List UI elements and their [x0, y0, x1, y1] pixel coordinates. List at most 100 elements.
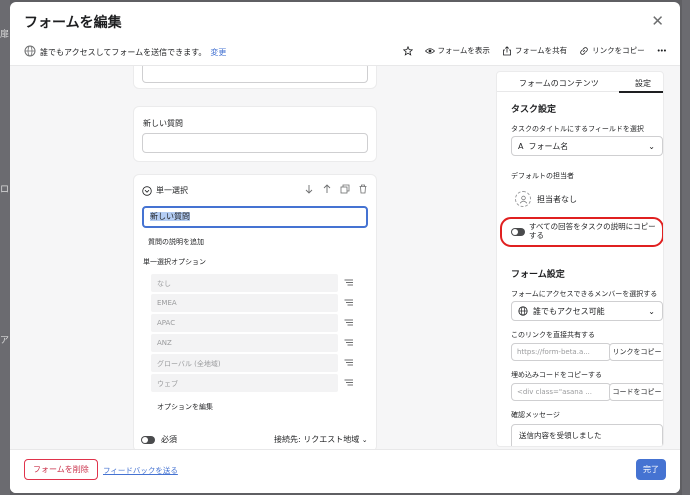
option-connect-icon[interactable]	[344, 319, 354, 327]
default-assignee-label: デフォルトの担当者	[511, 172, 574, 180]
active-tab-indicator	[619, 91, 663, 93]
required-label: 必須	[161, 435, 177, 444]
option-connect-icon[interactable]	[344, 279, 354, 287]
option-connect-icon[interactable]	[344, 379, 354, 387]
delete-form-button[interactable]: フォームを削除	[24, 459, 98, 480]
form-toolbar: フォームを表示 フォームを共有 リンクをコピー •••	[402, 45, 667, 56]
access-member-label: フォームにアクセスできるメンバーを選択する	[511, 290, 658, 298]
background-glyph: 扉	[0, 30, 10, 40]
edit-options-link[interactable]: オプションを編集	[157, 402, 213, 412]
copy-answers-toggle[interactable]	[511, 228, 525, 236]
option-row[interactable]: なし	[151, 274, 338, 292]
default-assignee-value: 担当者なし	[537, 194, 577, 204]
option-row[interactable]: ANZ	[151, 334, 338, 352]
connect-label: 接続先: リクエスト地域	[274, 435, 360, 444]
confirm-message-input[interactable]: 送信内容を受領しました	[511, 424, 663, 446]
access-member-value: 誰でもアクセス可能	[533, 306, 605, 316]
access-member-select[interactable]: 誰でもアクセス可能 ⌄	[511, 301, 663, 321]
copy-answers-label: すべての回答をタスクの説明にコピーする	[529, 222, 656, 240]
embed-code-label: 埋め込みコードをコピーする	[511, 371, 602, 379]
share-link-label: このリンクを直接共有する	[511, 331, 595, 339]
share-link-input[interactable]: https://form-beta.a...	[511, 343, 611, 361]
modal-title: フォームを編集	[24, 15, 122, 31]
link-icon	[580, 46, 588, 55]
question-title-input[interactable]: 新しい質問	[142, 206, 368, 228]
form-settings-heading: フォーム設定	[511, 270, 565, 280]
share-form-button[interactable]: フォームを共有	[502, 45, 567, 56]
settings-pane: フォームのコンテンツ 設定 タスク設定 タスクのタイトルにするフィールドを選択 …	[496, 66, 680, 449]
background-right	[682, 0, 690, 495]
form-editor[interactable]: 新しい質問 単一選択 新しい質問 質問の説明を追加 単一選択オプション なし E…	[10, 66, 496, 449]
access-bar: 誰でもアクセスしてフォームを送信できます。変更 フォームを表示 フォームを共有	[10, 40, 680, 66]
avatar	[515, 191, 531, 207]
copy-link-button[interactable]: リンクをコピー	[579, 45, 645, 56]
background-glyph: ア	[0, 336, 10, 346]
view-form-label: フォームを表示	[437, 46, 490, 55]
option-row[interactable]: グローバル (全地域)	[151, 354, 338, 372]
trash-icon[interactable]	[358, 184, 368, 194]
person-icon	[519, 195, 527, 204]
arrow-up-icon[interactable]	[322, 184, 332, 194]
chevron-down-icon: ⌄	[361, 436, 368, 444]
options-label: 単一選択オプション	[143, 258, 206, 266]
modal-footer: フォームを削除 フィードバックを送る 完了	[10, 449, 680, 493]
copy-link-label: リンクをコピー	[592, 46, 645, 55]
option-connect-icon[interactable]	[344, 299, 354, 307]
share-form-label: フォームを共有	[514, 46, 568, 55]
new-question-card[interactable]: 新しい質問	[133, 106, 377, 162]
text-field-icon: A	[518, 141, 524, 151]
arrow-down-icon[interactable]	[304, 184, 314, 194]
edit-form-modal: フォームを編集 ✕ 誰でもアクセスしてフォームを送信できます。 変更 フォームを表…	[10, 2, 680, 493]
task-title-field-value: フォーム名	[528, 141, 569, 151]
duplicate-icon[interactable]	[340, 184, 350, 194]
background-glyph: ロ	[0, 185, 10, 195]
eye-icon	[424, 47, 435, 54]
required-toggle[interactable]	[141, 435, 155, 444]
single-choice-card[interactable]: 単一選択 新しい質問 質問の説明を追加 単一選択オプション なし EMEA AP…	[133, 174, 377, 449]
task-title-field-label: タスクのタイトルにするフィールドを選択	[511, 125, 644, 133]
previous-question-input[interactable]	[142, 66, 368, 83]
option-connect-icon[interactable]	[344, 339, 354, 347]
tab-form-contents[interactable]: フォームのコンテンツ	[519, 78, 599, 89]
option-row[interactable]: EMEA	[151, 294, 338, 312]
close-icon[interactable]: ✕	[651, 12, 664, 30]
star-icon[interactable]	[402, 45, 413, 56]
feedback-link[interactable]: フィードバックを送る	[103, 465, 178, 476]
view-form-button[interactable]: フォームを表示	[424, 45, 490, 56]
connect-field-dropdown[interactable]: 接続先: リクエスト地域 ⌄	[274, 434, 368, 445]
more-icon[interactable]: •••	[657, 47, 667, 55]
option-connect-icon[interactable]	[344, 359, 354, 367]
required-toggle-row[interactable]: 必須	[141, 434, 177, 445]
chevron-down-icon: ⌄	[648, 142, 655, 151]
done-button[interactable]: 完了	[636, 459, 666, 480]
settings-card: フォームのコンテンツ 設定 タスク設定 タスクのタイトルにするフィールドを選択 …	[496, 71, 664, 447]
background-left	[0, 0, 10, 495]
new-question-label: 新しい質問	[143, 119, 183, 128]
question-title-value: 新しい質問	[150, 212, 190, 221]
embed-code-input[interactable]: <div class="asana ...	[511, 383, 611, 401]
question-actions	[304, 184, 368, 194]
change-access-link[interactable]: 変更	[210, 48, 226, 57]
copy-code-button[interactable]: コードをコピー	[609, 383, 663, 401]
option-row[interactable]: ウェブ	[151, 374, 338, 392]
new-question-input[interactable]	[142, 133, 368, 153]
task-settings-heading: タスク設定	[511, 105, 557, 115]
settings-tabs: フォームのコンテンツ 設定	[497, 72, 663, 93]
chevron-circle-icon	[142, 185, 152, 196]
share-icon	[502, 45, 511, 55]
default-assignee-picker[interactable]: 担当者なし	[515, 191, 577, 207]
globe-icon	[24, 45, 36, 57]
access-text: 誰でもアクセスしてフォームを送信できます。	[40, 48, 207, 57]
question-type-label: 単一選択	[156, 186, 188, 195]
access-description: 誰でもアクセスしてフォームを送信できます。 変更	[40, 47, 226, 58]
task-title-field-select[interactable]: A フォーム名 ⌄	[511, 136, 663, 156]
previous-question-card[interactable]	[133, 66, 377, 89]
tab-settings[interactable]: 設定	[635, 78, 651, 89]
option-row[interactable]: APAC	[151, 314, 338, 332]
confirm-message-label: 確認メッセージ	[511, 411, 560, 419]
add-description-link[interactable]: 質問の説明を追加	[148, 237, 204, 247]
globe-icon	[518, 306, 528, 316]
copy-link-button-settings[interactable]: リンクをコピー	[609, 343, 663, 361]
chevron-down-icon: ⌄	[648, 307, 655, 316]
question-type[interactable]: 単一選択	[142, 185, 188, 196]
